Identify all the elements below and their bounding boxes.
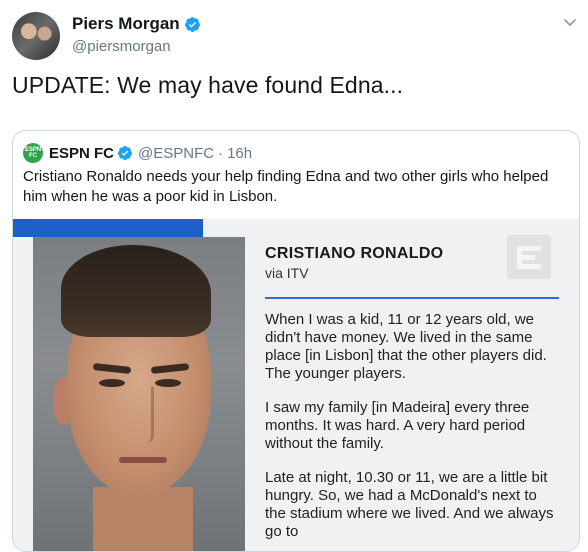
author-name[interactable]: Piers Morgan	[72, 14, 180, 34]
blue-accent-bar	[13, 219, 203, 237]
espn-e-logo-icon	[507, 235, 551, 279]
card-title: CRISTIANO RONALDO	[265, 245, 444, 262]
quoted-media-card[interactable]: CRISTIANO RONALDO via ITV When I was a k…	[13, 219, 579, 551]
ronaldo-photo	[33, 237, 245, 551]
author-handle[interactable]: @piersmorgan	[72, 38, 171, 55]
espn-fc-logo[interactable]: ESPN FC	[23, 143, 43, 163]
quoted-timestamp[interactable]: 16h	[227, 145, 252, 162]
quote-paragraph: I saw my family [in Madeira] every three…	[265, 399, 530, 452]
card-subtitle: via ITV	[265, 265, 309, 281]
quoted-author-name[interactable]: ESPN FC	[49, 145, 114, 162]
quote-paragraph: Late at night, 10.30 or 11, we are a lit…	[265, 469, 554, 540]
author-name-row: Piers Morgan	[72, 14, 201, 34]
chevron-down-icon[interactable]	[562, 14, 578, 30]
quote-paragraph: When I was a kid, 11 or 12 years old, we…	[265, 311, 547, 382]
verified-badge-icon	[118, 146, 133, 160]
verified-badge-icon	[184, 16, 200, 32]
quoted-tweet-text: Cristiano Ronaldo needs your help findin…	[23, 168, 549, 205]
quoted-header: ESPN FC ESPN FC @ESPNFC · 16h	[23, 143, 252, 163]
avatar[interactable]	[12, 12, 60, 60]
card-quote-text: When I was a kid, 11 or 12 years old, we…	[265, 311, 561, 551]
divider	[265, 297, 559, 299]
tweet-text: UPDATE: We may have found Edna...	[12, 72, 404, 98]
quoted-author-handle[interactable]: @ESPNFC	[138, 145, 214, 162]
quoted-tweet[interactable]: ESPN FC ESPN FC @ESPNFC · 16h Cristiano …	[12, 130, 580, 552]
separator-dot: ·	[218, 144, 224, 162]
